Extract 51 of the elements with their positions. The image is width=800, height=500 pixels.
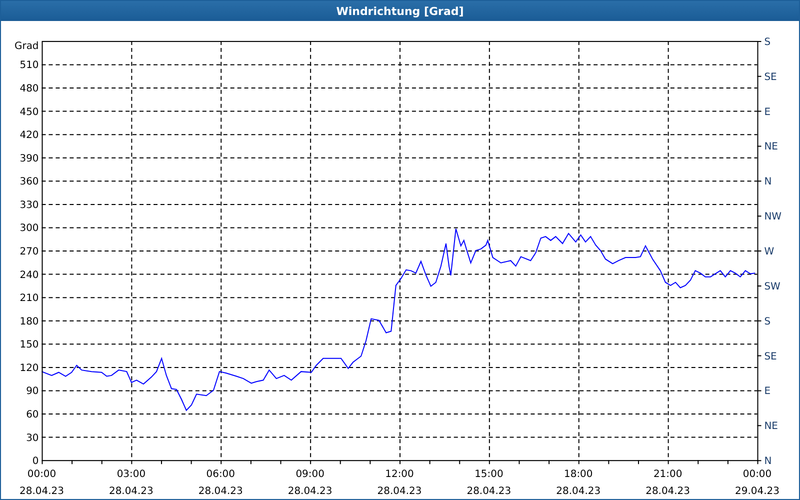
x-tick-label: 00:00	[27, 469, 56, 480]
y-tick-label: 210	[20, 293, 39, 304]
x-tick-label: 06:00	[206, 469, 235, 480]
y-axis-title: Grad	[14, 40, 39, 52]
y-tick-label: 330	[20, 200, 39, 211]
x-tick-date: 29.04.23	[735, 486, 780, 497]
compass-tick-label: S	[764, 316, 771, 328]
y-tick-label: 270	[20, 246, 39, 258]
x-tick-label: 15:00	[474, 469, 504, 480]
compass-tick-label: E	[764, 386, 771, 398]
x-tick-label: 03:00	[116, 469, 146, 480]
y-tick-label: 90	[26, 386, 39, 398]
compass-tick-label: N	[764, 456, 772, 468]
compass-tick-label: SE	[764, 72, 777, 83]
y-tick-label: 0	[32, 456, 39, 468]
x-tick-label: 18:00	[564, 469, 593, 480]
y-tick-label: 360	[20, 176, 39, 188]
compass-tick-label: E	[764, 106, 771, 118]
x-tick-date: 28.04.23	[646, 486, 690, 497]
window-title: Windrichtung [Grad]	[336, 4, 464, 18]
compass-tick-label: S	[764, 36, 771, 48]
compass-tick-label: NE	[764, 421, 778, 432]
compass-tick-label: W	[764, 246, 774, 258]
x-tick-date: 28.04.23	[198, 486, 243, 497]
y-tick-label: 510	[20, 60, 39, 72]
y-tick-label: 180	[20, 316, 39, 328]
x-tick-date: 28.04.23	[377, 486, 422, 497]
y-tick-label: 480	[20, 84, 39, 95]
x-tick-label: 21:00	[653, 469, 682, 480]
y-tick-label: 30	[26, 432, 39, 444]
y-tick-label: 240	[20, 270, 39, 281]
y-tick-label: 420	[20, 130, 39, 142]
x-tick-date: 28.04.23	[556, 486, 601, 497]
compass-tick-label: N	[764, 176, 772, 188]
y-tick-label: 450	[20, 106, 39, 118]
y-tick-label: 60	[26, 410, 39, 420]
x-tick-date: 28.04.23	[108, 486, 154, 497]
y-tick-label: 120	[20, 362, 39, 374]
y-tick-label: 300	[20, 223, 39, 234]
y-tick-label: 390	[20, 153, 39, 164]
x-tick-label: 00:00	[742, 469, 772, 480]
y-tick-label: 150	[20, 340, 39, 351]
compass-tick-label: SW	[764, 281, 780, 292]
compass-tick-label: SE	[764, 351, 777, 362]
compass-tick-label: NW	[764, 212, 782, 223]
x-tick-label: 09:00	[296, 469, 324, 480]
x-tick-date: 28.04.23	[466, 486, 512, 497]
x-tick-date: 28.04.23	[20, 486, 64, 497]
x-tick-date: 28.04.23	[288, 486, 332, 497]
compass-tick-label: NE	[764, 142, 778, 153]
x-tick-label: 12:00	[385, 469, 414, 480]
